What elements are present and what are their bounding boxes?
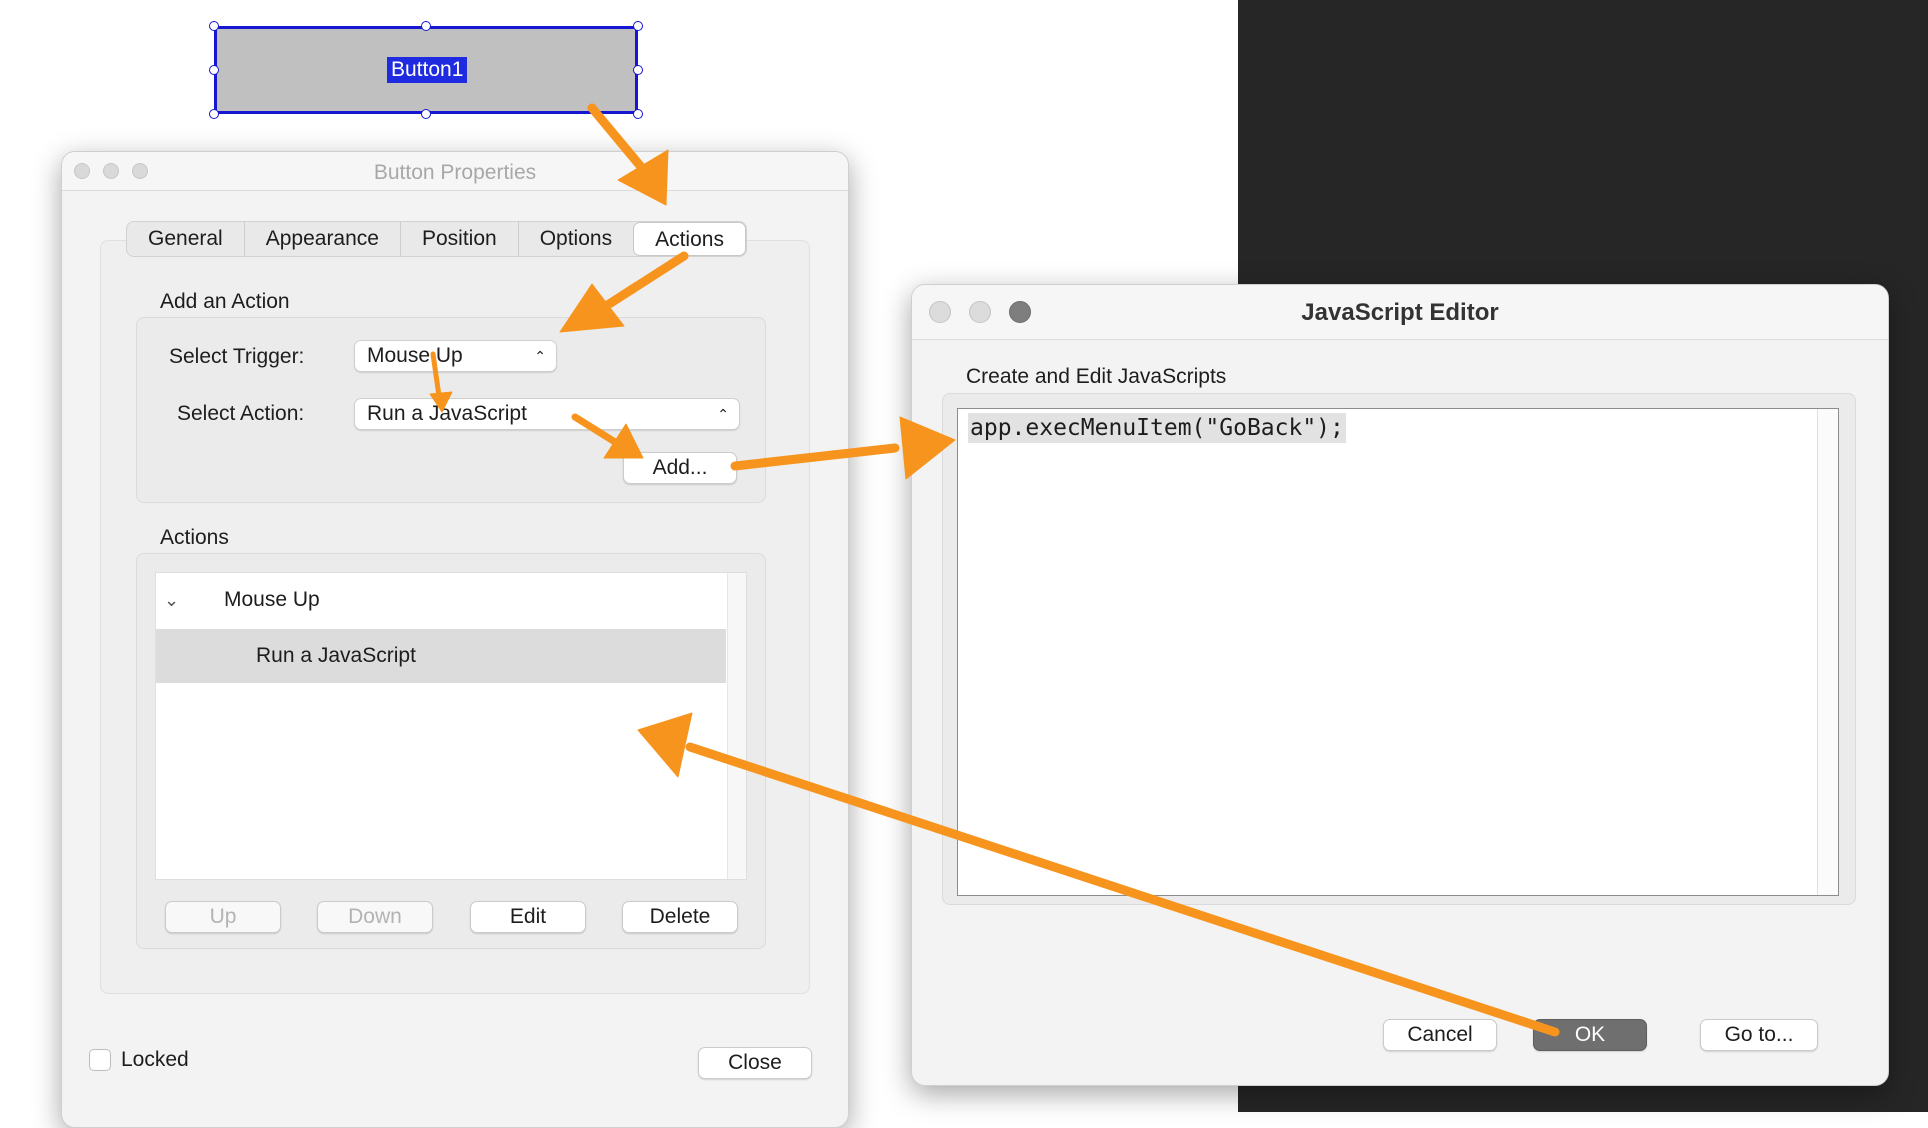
tree-item-label: Mouse Up xyxy=(224,588,320,611)
select-action-label: Select Action: xyxy=(177,402,305,425)
actions-group: ⌄ Mouse Up Run a JavaScript Up Down Edit… xyxy=(136,553,766,949)
action-popup[interactable]: Run a JavaScript ⌃ xyxy=(354,398,740,430)
editor-subtitle: Create and Edit JavaScripts xyxy=(966,365,1227,388)
locked-checkbox[interactable] xyxy=(89,1049,111,1071)
resize-handle[interactable] xyxy=(421,21,431,31)
action-value: Run a JavaScript xyxy=(367,402,527,425)
tab-actions[interactable]: Actions xyxy=(633,222,746,256)
add-action-heading: Add an Action xyxy=(160,290,290,313)
edit-button[interactable]: Edit xyxy=(470,901,586,933)
resize-handle[interactable] xyxy=(209,65,219,75)
trigger-value: Mouse Up xyxy=(367,344,463,367)
resize-handle[interactable] xyxy=(633,65,643,75)
editor-scrollbar[interactable] xyxy=(1817,409,1838,895)
actions-heading: Actions xyxy=(160,526,229,549)
tree-row-run-javascript[interactable]: Run a JavaScript xyxy=(156,629,726,683)
up-button[interactable]: Up xyxy=(165,901,281,933)
delete-button[interactable]: Delete xyxy=(622,901,738,933)
editor-titlebar: JavaScript Editor xyxy=(912,285,1888,340)
resize-handle[interactable] xyxy=(421,109,431,119)
resize-handle[interactable] xyxy=(633,21,643,31)
tree-item-label: Run a JavaScript xyxy=(256,644,416,667)
tab-position[interactable]: Position xyxy=(401,222,519,256)
chevron-down-icon[interactable]: ⌄ xyxy=(164,573,179,627)
tab-options[interactable]: Options xyxy=(519,222,633,256)
tab-general[interactable]: General xyxy=(127,222,245,256)
form-button-label: Button1 xyxy=(387,57,468,83)
resize-handle[interactable] xyxy=(209,109,219,119)
cancel-button[interactable]: Cancel xyxy=(1383,1019,1497,1051)
editor-group: app.execMenuItem("GoBack"); xyxy=(942,393,1856,905)
form-button-button1[interactable]: Button1 xyxy=(214,26,638,114)
down-button[interactable]: Down xyxy=(317,901,433,933)
button-properties-window: Button Properties General Appearance Pos… xyxy=(61,151,849,1128)
locked-label: Locked xyxy=(121,1048,189,1071)
updown-chevron-icon: ⌃ xyxy=(717,406,729,422)
resize-handle[interactable] xyxy=(209,21,219,31)
ok-button[interactable]: OK xyxy=(1533,1019,1647,1051)
close-button[interactable]: Close xyxy=(698,1047,812,1079)
tab-bar: General Appearance Position Options Acti… xyxy=(126,221,747,257)
properties-window-title: Button Properties xyxy=(373,161,537,184)
tab-appearance[interactable]: Appearance xyxy=(245,222,401,256)
code-text[interactable]: app.execMenuItem("GoBack"); xyxy=(968,413,1346,443)
resize-handle[interactable] xyxy=(633,109,643,119)
goto-button[interactable]: Go to... xyxy=(1700,1019,1818,1051)
javascript-code-editor[interactable]: app.execMenuItem("GoBack"); xyxy=(957,408,1839,896)
list-scrollbar[interactable] xyxy=(727,573,746,879)
properties-titlebar: Button Properties xyxy=(62,152,848,191)
tree-row-mouse-up[interactable]: ⌄ Mouse Up xyxy=(156,573,726,627)
add-action-group: Select Trigger: Mouse Up ⌃ Select Action… xyxy=(136,317,766,503)
trigger-popup[interactable]: Mouse Up ⌃ xyxy=(354,340,557,372)
select-trigger-label: Select Trigger: xyxy=(169,345,305,368)
actions-list[interactable]: ⌄ Mouse Up Run a JavaScript xyxy=(155,572,747,880)
add-action-button[interactable]: Add... xyxy=(623,452,737,484)
updown-chevron-icon: ⌃ xyxy=(534,348,546,364)
javascript-editor-window: JavaScript Editor Create and Edit JavaSc… xyxy=(911,284,1889,1086)
editor-window-title: JavaScript Editor xyxy=(1301,299,1499,326)
